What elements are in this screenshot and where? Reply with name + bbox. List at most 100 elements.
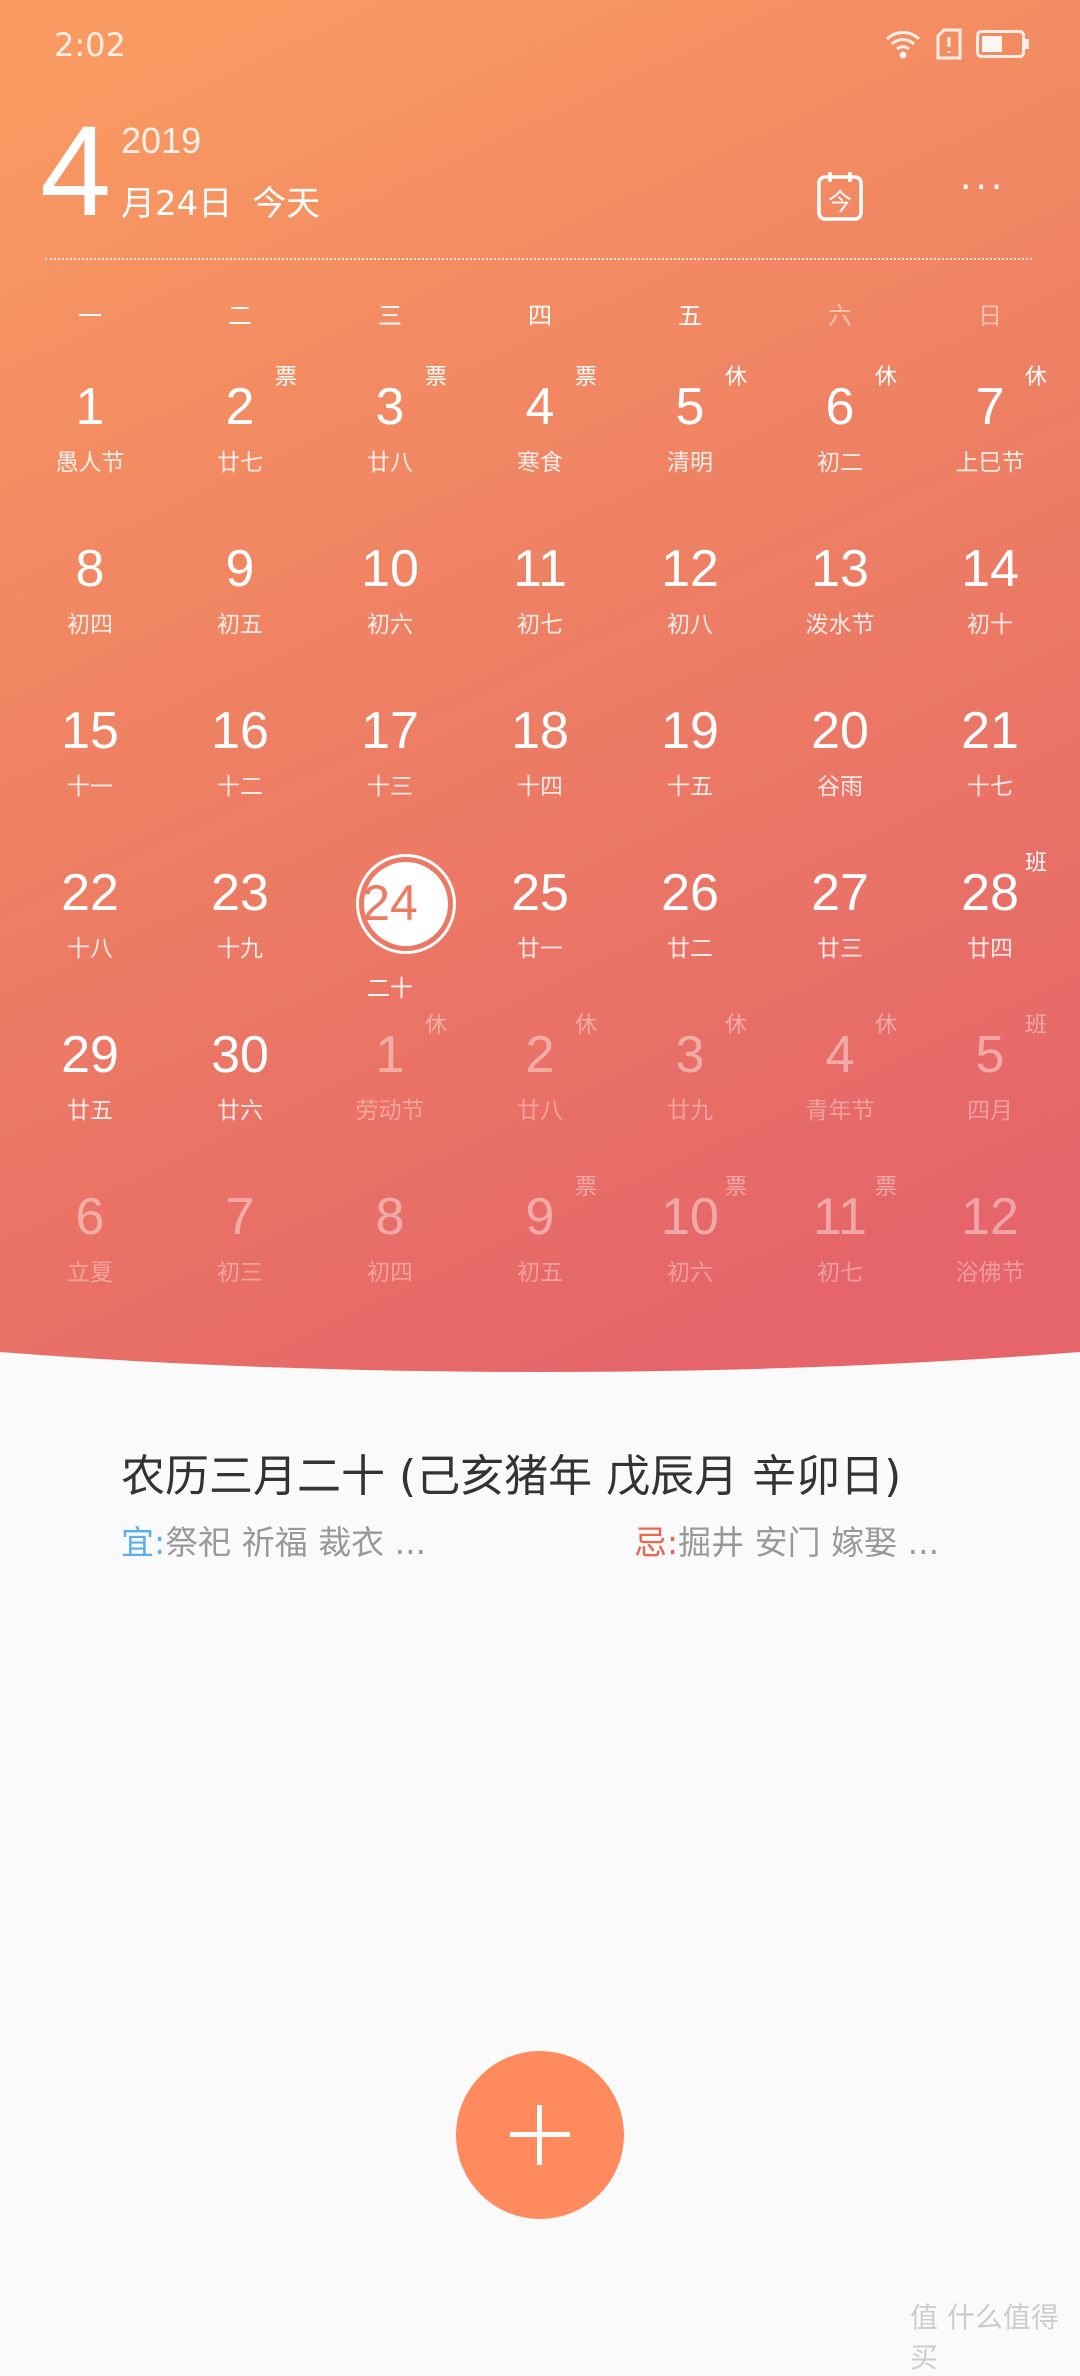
lunar-day: 廿六 [217, 1098, 263, 1124]
day-cell[interactable]: 9 初五 [165, 517, 315, 679]
day-badge: 票 [575, 1175, 598, 1200]
lunar-day: 上巳节 [955, 450, 1025, 476]
day-badge: 票 [575, 365, 598, 390]
day-cell[interactable]: 25 廿一 [465, 841, 615, 1003]
day-number: 29 [61, 1026, 119, 1084]
lunar-day: 劳动节 [355, 1098, 425, 1124]
day-number: 30 [211, 1026, 269, 1084]
battery-icon [976, 30, 1029, 58]
day-cell[interactable]: 1 愚人节 [15, 355, 165, 517]
current-year: 2019 [121, 120, 202, 161]
day-number: 15 [61, 702, 119, 760]
day-cell[interactable]: 21 十七 [915, 679, 1065, 841]
lunar-day: 初二 [817, 450, 863, 476]
day-number: 13 [811, 540, 869, 598]
day-cell[interactable]: 11 初七票 [765, 1165, 915, 1327]
day-cell[interactable]: 1 劳动节休 [315, 1003, 465, 1165]
day-cell[interactable]: 6 初二休 [765, 355, 915, 517]
lunar-day: 廿五 [67, 1098, 113, 1124]
day-cell[interactable]: 18 十四 [465, 679, 615, 841]
day-badge: 票 [425, 365, 448, 390]
day-cell[interactable]: 17 十三 [315, 679, 465, 841]
day-cell[interactable]: 29 廿五 [15, 1003, 165, 1165]
day-number: 8 [75, 540, 105, 598]
day-cell[interactable]: 28 廿四班 [915, 841, 1065, 1003]
week-row: 6 立夏 7 初三 8 初四 9 初五票 10 初六票 11 初七票 12 浴佛节 [15, 1165, 1065, 1327]
weekday-label: 四 [528, 302, 552, 330]
lunar-day: 寒食 [517, 450, 563, 476]
day-cell[interactable]: 10 初六 [315, 517, 465, 679]
today-icon-glyph: 今 [828, 188, 852, 216]
day-number: 12 [961, 1188, 1019, 1246]
day-cell[interactable]: 5 四月班 [915, 1003, 1065, 1165]
day-number: 17 [361, 702, 419, 760]
day-cell[interactable]: 3 廿九休 [615, 1003, 765, 1165]
day-cell[interactable]: 11 初七 [465, 517, 615, 679]
day-badge: 休 [575, 1013, 598, 1038]
lunar-day: 十二 [217, 774, 263, 800]
day-badge: 票 [725, 1175, 748, 1200]
day-cell[interactable]: 22 十八 [15, 841, 165, 1003]
day-cell[interactable]: 16 十二 [165, 679, 315, 841]
day-number: 20 [811, 702, 869, 760]
lunar-day: 廿三 [817, 936, 863, 962]
weekday-label: 六 [828, 302, 852, 330]
day-cell[interactable]: 8 初四 [15, 517, 165, 679]
lunar-day: 廿八 [517, 1098, 563, 1124]
go-to-today-button[interactable]: 今 [816, 170, 864, 222]
day-cell-today[interactable]: 24 二十 [315, 841, 465, 1003]
lunar-day: 二十 [367, 976, 413, 1002]
lunar-day: 四月 [967, 1098, 1013, 1124]
day-cell[interactable]: 14 初十 [915, 517, 1065, 679]
day-cell[interactable]: 3 廿八票 [315, 355, 465, 517]
day-cell[interactable]: 12 浴佛节 [915, 1165, 1065, 1327]
lunar-day: 十五 [667, 774, 713, 800]
day-cell[interactable]: 10 初六票 [615, 1165, 765, 1327]
lunar-day: 廿一 [517, 936, 563, 962]
day-cell[interactable]: 12 初八 [615, 517, 765, 679]
day-cell[interactable]: 13 泼水节 [765, 517, 915, 679]
week-row: 29 廿五 30 廿六 1 劳动节休 2 廿八休 3 廿九休 4 青年节休 5 四月班 [15, 1003, 1065, 1165]
suitable-activities[interactable]: 宜:祭祀 祈福 裁衣 ... [121, 1516, 426, 1564]
day-cell[interactable]: 7 上巳节休 [915, 355, 1065, 517]
day-cell[interactable]: 27 廿三 [765, 841, 915, 1003]
sim-alert-icon [936, 28, 962, 60]
day-cell[interactable]: 26 廿二 [615, 841, 765, 1003]
lunar-day: 泼水节 [805, 612, 875, 638]
day-badge: 票 [275, 365, 298, 390]
lunar-day: 廿七 [217, 450, 263, 476]
day-cell[interactable]: 7 初三 [165, 1165, 315, 1327]
wifi-icon [885, 31, 921, 59]
day-cell[interactable]: 4 寒食票 [465, 355, 615, 517]
day-badge: 休 [875, 1013, 898, 1038]
lunar-day: 廿八 [367, 450, 413, 476]
lunar-day: 初五 [517, 1260, 563, 1286]
day-cell[interactable]: 20 谷雨 [765, 679, 915, 841]
day-cell[interactable]: 5 清明休 [615, 355, 765, 517]
ji-label: 忌: [634, 1523, 679, 1562]
day-cell[interactable]: 19 十五 [615, 679, 765, 841]
lunar-day: 廿九 [667, 1098, 713, 1124]
day-cell[interactable]: 6 立夏 [15, 1165, 165, 1327]
week-row: 15 十一 16 十二 17 十三 18 十四 19 十五 20 谷雨 21 十七 [15, 679, 1065, 841]
day-number: 11 [513, 540, 567, 598]
lunar-day: 浴佛节 [955, 1260, 1025, 1286]
day-number: 26 [661, 864, 719, 922]
day-cell[interactable]: 4 青年节休 [765, 1003, 915, 1165]
day-cell[interactable]: 23 十九 [165, 841, 315, 1003]
day-cell[interactable]: 2 廿七票 [165, 355, 315, 517]
avoid-activities[interactable]: 忌:掘井 安门 嫁娶 ... [634, 1516, 939, 1564]
day-badge: 休 [425, 1013, 448, 1038]
lunar-day: 初三 [217, 1260, 263, 1286]
day-cell[interactable]: 8 初四 [315, 1165, 465, 1327]
weekday-header: 一二三四五六日 [15, 296, 1065, 331]
day-number: 25 [511, 864, 569, 922]
day-cell[interactable]: 15 十一 [15, 679, 165, 841]
day-cell[interactable]: 30 廿六 [165, 1003, 315, 1165]
more-options-button[interactable]: ··· [960, 170, 1006, 206]
day-cell[interactable]: 2 廿八休 [465, 1003, 615, 1165]
add-event-button[interactable] [456, 2051, 624, 2219]
day-cell[interactable]: 9 初五票 [465, 1165, 615, 1327]
day-number: 1 [75, 378, 105, 436]
day-number: 14 [961, 540, 1019, 598]
